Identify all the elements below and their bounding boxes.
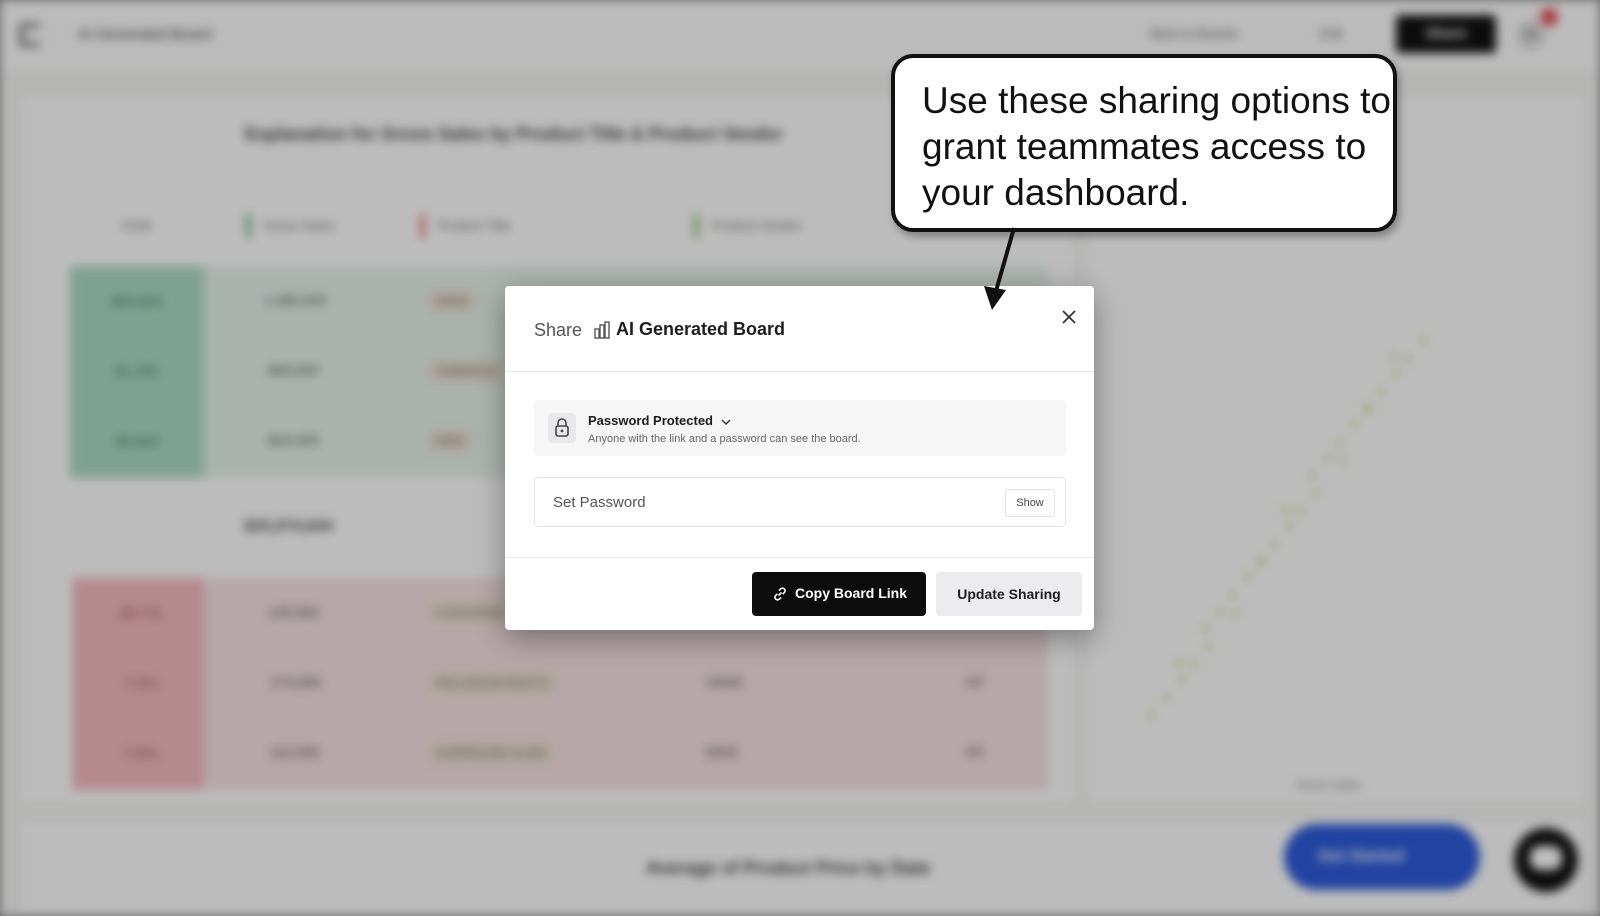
copy-board-link-label: Copy Board Link (795, 585, 908, 601)
share-modal: Share AI Generated Board Password Protec… (505, 286, 1094, 630)
link-icon (774, 587, 786, 601)
access-level-dropdown[interactable]: Password Protected (588, 413, 731, 428)
access-level-description: Anyone with the link and a password can … (588, 433, 861, 445)
callout-arrow-icon (984, 227, 1016, 310)
password-input[interactable] (553, 490, 973, 514)
lock-icon (548, 413, 576, 443)
modal-share-label: Share (534, 320, 583, 340)
copy-board-link-button[interactable]: Copy Board Link (752, 572, 926, 616)
show-password-button[interactable]: Show (1005, 489, 1055, 517)
tutorial-callout: Use these sharing options to grant teamm… (891, 54, 1397, 232)
callout-text: Use these sharing options to grant teamm… (922, 80, 1391, 213)
modal-board-name: AI Generated Board (616, 319, 786, 339)
access-level-label: Password Protected (588, 413, 713, 428)
update-sharing-button[interactable]: Update Sharing (936, 572, 1082, 616)
chevron-down-icon (721, 419, 731, 425)
password-field[interactable]: Show (534, 477, 1066, 527)
access-level-selector[interactable]: Password Protected Anyone with the link … (534, 400, 1066, 456)
modal-footer-divider (505, 557, 1094, 558)
close-icon[interactable] (1058, 306, 1080, 328)
board-icon (594, 321, 610, 339)
